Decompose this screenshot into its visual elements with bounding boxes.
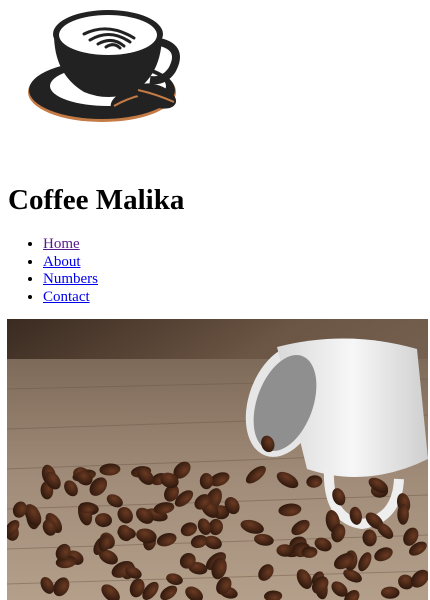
nav-link-home[interactable]: Home: [43, 236, 80, 252]
main-nav: Home About Numbers Contact: [8, 236, 98, 306]
coffee-cup-logo-icon: [28, 10, 180, 122]
nav-item-about: About: [43, 254, 98, 272]
nav-link-numbers[interactable]: Numbers: [43, 271, 98, 287]
nav-item-home: Home: [43, 236, 98, 254]
hero-image: [7, 319, 428, 600]
nav-link-contact[interactable]: Contact: [43, 289, 90, 305]
site-title: Coffee Malika: [8, 184, 185, 216]
nav-link-about[interactable]: About: [43, 254, 81, 270]
nav-item-numbers: Numbers: [43, 271, 98, 289]
nav-item-contact: Contact: [43, 289, 98, 307]
